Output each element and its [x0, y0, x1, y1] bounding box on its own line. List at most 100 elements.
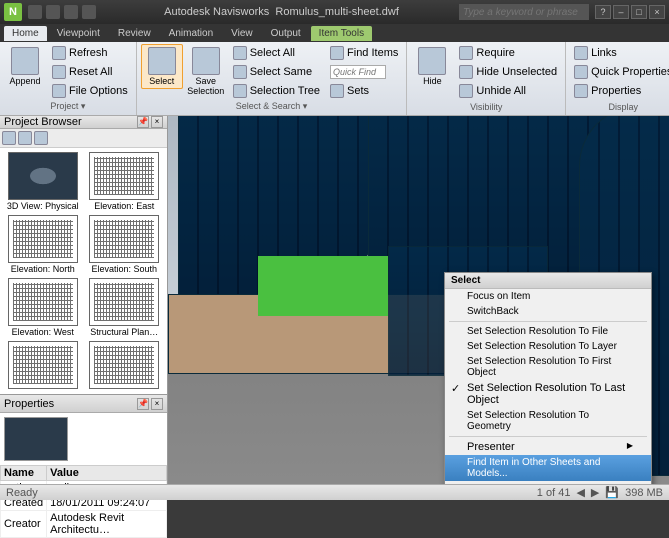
- project-browser-body: 3D View: Physical Elevation: East Elevat…: [0, 148, 167, 394]
- app-logo[interactable]: N: [4, 3, 22, 21]
- tab-review[interactable]: Review: [110, 26, 159, 41]
- group-visibility-label: Visibility: [411, 101, 561, 113]
- links-button[interactable]: Links: [570, 44, 669, 62]
- check-icon: ✓: [451, 382, 460, 395]
- hide-unsel-icon: [459, 65, 473, 79]
- tab-item-tools[interactable]: Item Tools: [311, 26, 372, 41]
- append-icon: [11, 47, 39, 75]
- group-project-label: Project ▾: [4, 100, 132, 113]
- select-same-button[interactable]: Select Same: [229, 63, 324, 81]
- qat-save-icon[interactable]: [64, 5, 78, 19]
- unhide-icon: [459, 84, 473, 98]
- window-title: Autodesk Navisworks Romulus_multi-sheet.…: [104, 6, 459, 18]
- select-all-button[interactable]: Select All: [229, 44, 324, 62]
- property-preview: [4, 417, 68, 461]
- panel-close-icon[interactable]: ×: [151, 116, 163, 128]
- ctx-res-geom[interactable]: Set Selection Resolution To Geometry: [445, 408, 651, 434]
- tab-view[interactable]: View: [223, 26, 261, 41]
- reset-all-button[interactable]: Reset All: [48, 63, 132, 81]
- require-icon: [459, 46, 473, 60]
- qat-new-icon[interactable]: [28, 5, 42, 19]
- hide-button[interactable]: Hide: [411, 44, 453, 89]
- sheet-thumbnail[interactable]: [86, 341, 164, 390]
- browser-thumb-icon[interactable]: [34, 131, 48, 145]
- 3d-viewport[interactable]: Select Focus on Item SwitchBack Set Sele…: [168, 116, 669, 484]
- browser-nav-icon[interactable]: [2, 131, 16, 145]
- sets-icon: [330, 84, 344, 98]
- ctx-res-last[interactable]: ✓Set Selection Resolution To Last Object: [445, 380, 651, 408]
- ctx-presenter[interactable]: Presenter▶: [445, 439, 651, 455]
- save-selection-icon: [192, 47, 220, 75]
- status-memory: 398 MB: [625, 487, 663, 499]
- sheet-thumbnail[interactable]: 3D View: Physical: [4, 152, 82, 211]
- properties-header[interactable]: Properties 📌×: [0, 395, 167, 413]
- chevron-right-icon: ▶: [627, 483, 633, 484]
- hide-unselected-button[interactable]: Hide Unselected: [455, 63, 561, 81]
- ctx-res-layer[interactable]: Set Selection Resolution To Layer: [445, 339, 651, 354]
- minimize-button[interactable]: –: [613, 5, 629, 19]
- selection-tree-button[interactable]: Selection Tree: [229, 82, 324, 100]
- unhide-all-button[interactable]: Unhide All: [455, 82, 561, 100]
- panel-pin-icon[interactable]: 📌: [137, 398, 149, 410]
- ctx-res-file[interactable]: Set Selection Resolution To File: [445, 324, 651, 339]
- sets-button[interactable]: Sets: [326, 82, 402, 100]
- file-options-icon: [52, 84, 66, 98]
- select-button[interactable]: Select: [141, 44, 183, 89]
- maximize-button[interactable]: □: [631, 5, 647, 19]
- qprops-icon: [574, 65, 588, 79]
- tab-home[interactable]: Home: [4, 26, 47, 41]
- help-icon[interactable]: ?: [595, 5, 611, 19]
- project-browser-header[interactable]: Project Browser 📌×: [0, 116, 167, 129]
- panel-close-icon[interactable]: ×: [151, 398, 163, 410]
- ctx-res-first[interactable]: Set Selection Resolution To First Object: [445, 354, 651, 380]
- browser-list-icon[interactable]: [18, 131, 32, 145]
- sheet-thumbnail[interactable]: [4, 341, 82, 390]
- save-selection-button[interactable]: Save Selection: [185, 44, 227, 99]
- ctx-find-in-sheets[interactable]: Find Item in Other Sheets and Models...: [445, 455, 651, 481]
- table-row[interactable]: CreatorAutodesk Revit Architectu…: [1, 511, 167, 538]
- status-page: 1 of 41: [537, 487, 571, 499]
- context-menu-header: Select: [445, 273, 651, 289]
- select-same-icon: [233, 65, 247, 79]
- sheet-thumbnail[interactable]: Elevation: North: [4, 215, 82, 274]
- select-all-icon: [233, 46, 247, 60]
- group-select-label: Select & Search ▾: [141, 100, 403, 113]
- reset-icon: [52, 65, 66, 79]
- append-button[interactable]: Append: [4, 44, 46, 89]
- quick-find-input[interactable]: [326, 63, 402, 81]
- qat-open-icon[interactable]: [46, 5, 60, 19]
- cursor-icon: [148, 47, 176, 75]
- search-input[interactable]: [459, 4, 589, 20]
- ctx-links[interactable]: Links▶: [445, 481, 651, 484]
- file-options-button[interactable]: File Options: [48, 82, 132, 100]
- tree-icon: [233, 84, 247, 98]
- sheet-thumbnail[interactable]: Structural Plan…: [86, 278, 164, 337]
- tab-animation[interactable]: Animation: [161, 26, 221, 41]
- properties-table: NameValue authorwalkerpa Created18/01/20…: [0, 465, 167, 538]
- props-icon: [574, 84, 588, 98]
- refresh-button[interactable]: Refresh: [48, 44, 132, 62]
- quick-props-button[interactable]: Quick Properties: [570, 63, 669, 81]
- ctx-switchback[interactable]: SwitchBack: [445, 304, 651, 319]
- group-display-label: Display: [570, 101, 669, 113]
- properties-button[interactable]: Properties: [570, 82, 669, 100]
- status-ready: Ready: [6, 487, 38, 499]
- qat-undo-icon[interactable]: [82, 5, 96, 19]
- close-button[interactable]: ×: [649, 5, 665, 19]
- links-icon: [574, 46, 588, 60]
- context-menu: Select Focus on Item SwitchBack Set Sele…: [444, 272, 652, 484]
- page-prev-icon[interactable]: ◀: [576, 486, 584, 499]
- panel-pin-icon[interactable]: 📌: [137, 116, 149, 128]
- sheet-thumbnail[interactable]: Elevation: East: [86, 152, 164, 211]
- ctx-focus-item[interactable]: Focus on Item: [445, 289, 651, 304]
- page-next-icon[interactable]: ▶: [591, 486, 599, 499]
- find-icon: [330, 46, 344, 60]
- disk-icon: 💾: [605, 486, 619, 499]
- find-items-button[interactable]: Find Items: [326, 44, 402, 62]
- tab-viewpoint[interactable]: Viewpoint: [49, 26, 108, 41]
- tab-output[interactable]: Output: [263, 26, 309, 41]
- refresh-icon: [52, 46, 66, 60]
- sheet-thumbnail[interactable]: Elevation: West: [4, 278, 82, 337]
- sheet-thumbnail[interactable]: Elevation: South: [86, 215, 164, 274]
- require-button[interactable]: Require: [455, 44, 561, 62]
